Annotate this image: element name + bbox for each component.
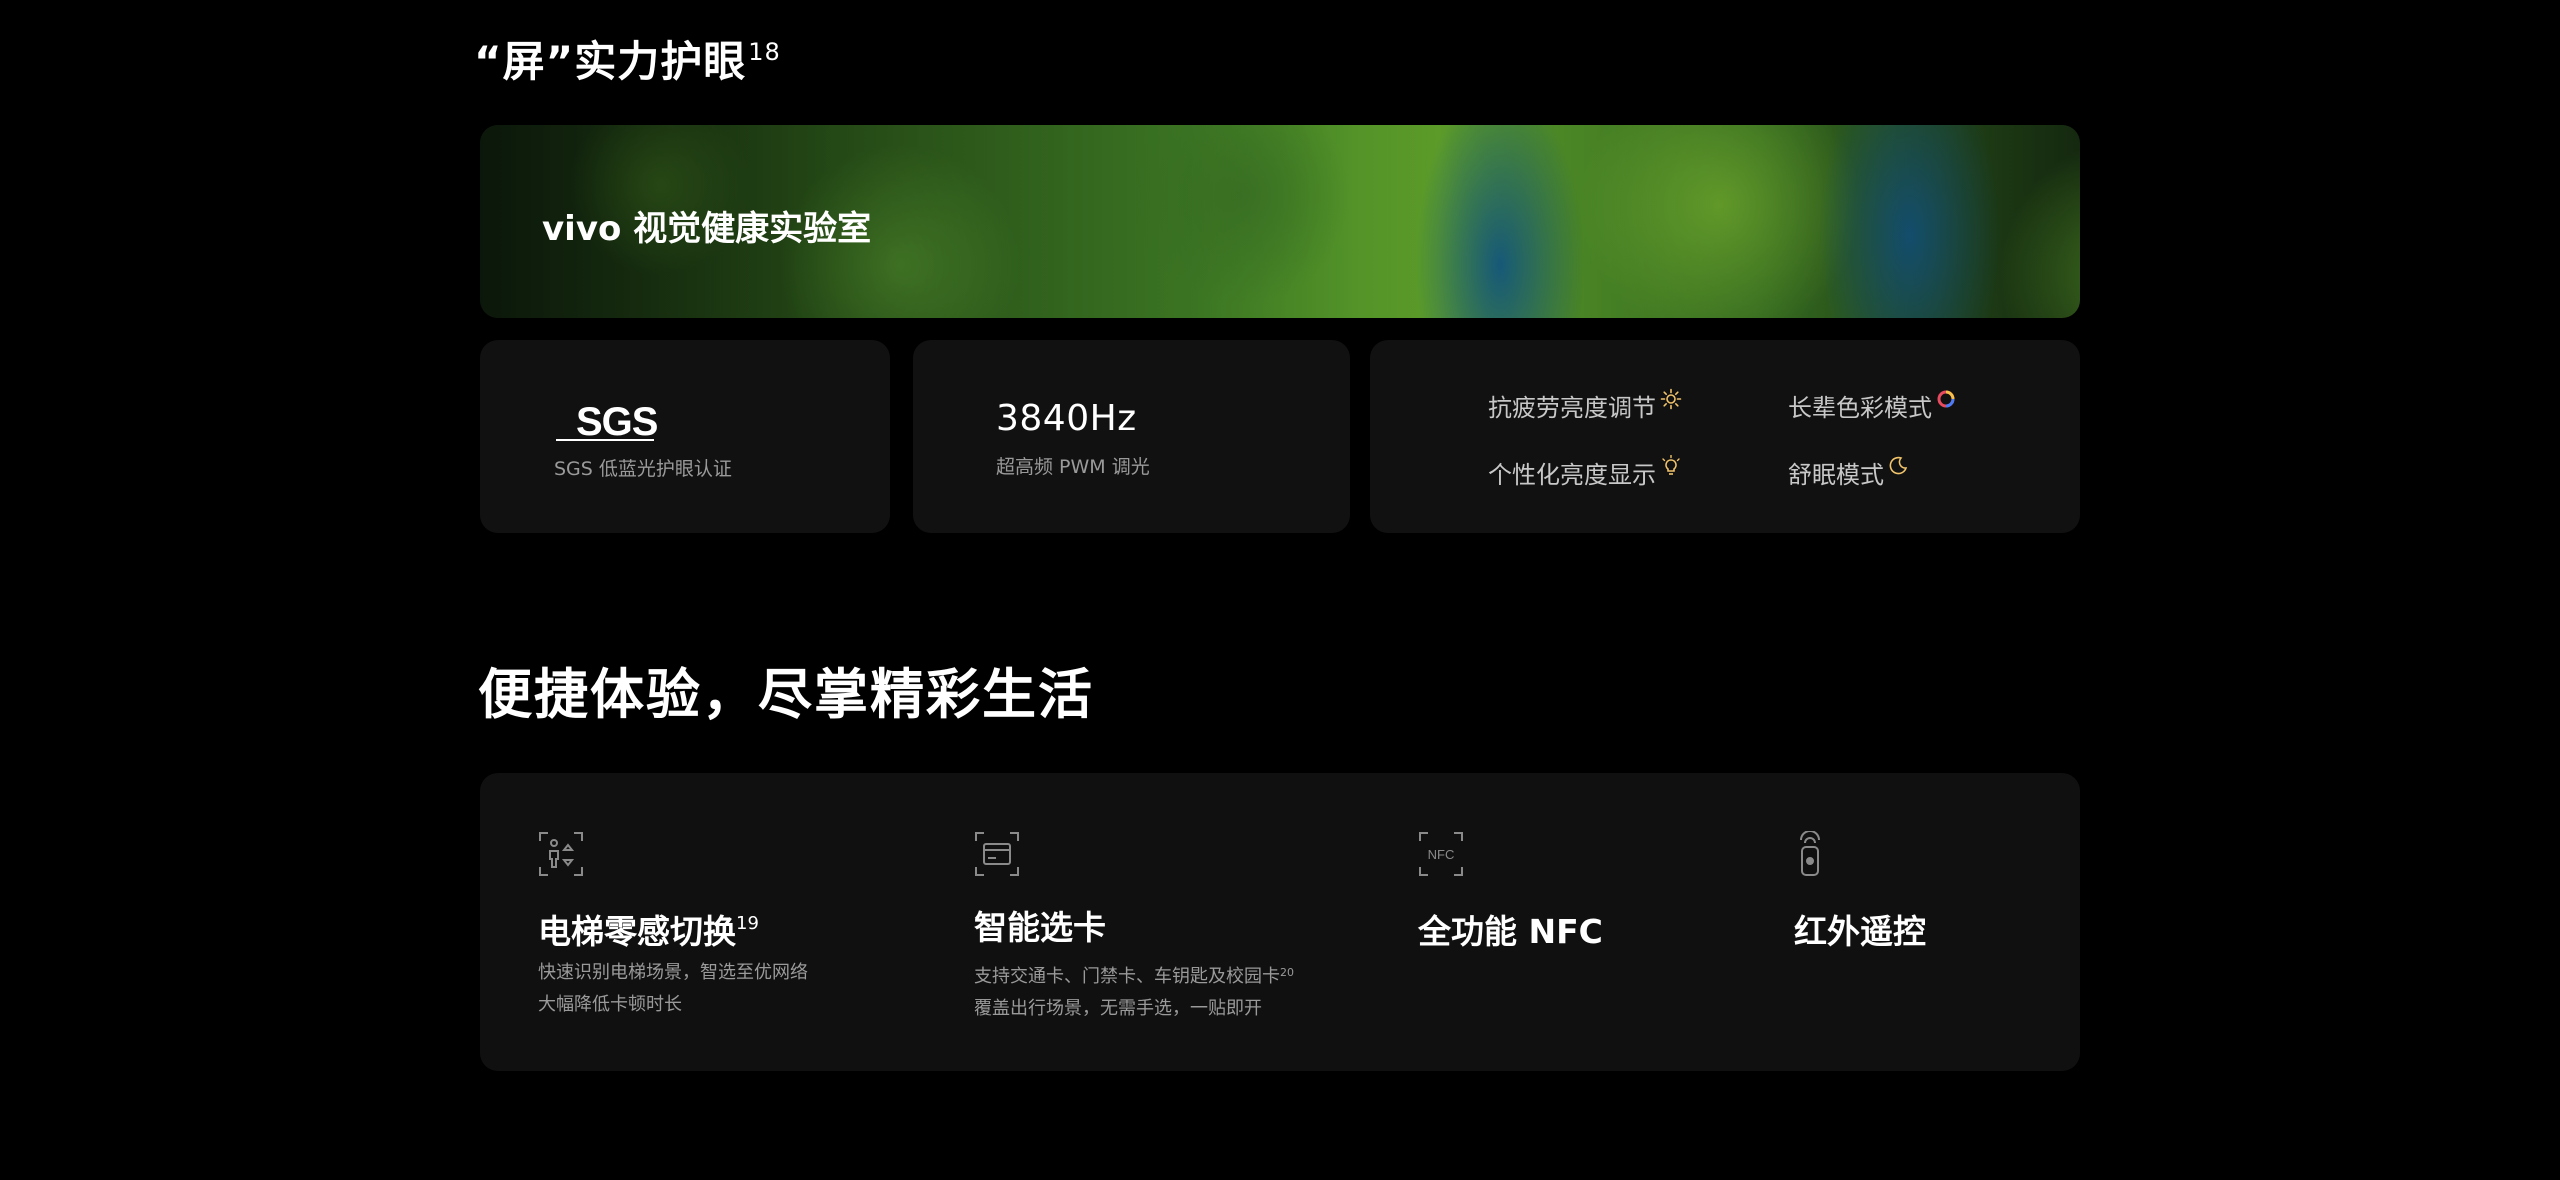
page: “屏”实力护眼18 vivo 视觉健康实验室 SGS SGS 低蓝光护眼认证 3… bbox=[0, 0, 2560, 1180]
footnote-marker: 19 bbox=[736, 913, 759, 934]
footnote-marker: 18 bbox=[748, 38, 781, 66]
feature-title-text: 电梯零感切换 bbox=[538, 912, 736, 951]
nfc-icon: NFC bbox=[1419, 832, 1463, 876]
mode-label: 个性化亮度显示 bbox=[1488, 461, 1656, 489]
color-ring-icon bbox=[1937, 390, 1955, 407]
mode-item-personal-brightness: 个性化亮度显示 bbox=[1488, 454, 1682, 490]
feature-title: 红外遥控 bbox=[1794, 912, 1926, 951]
display-modes-card: 抗疲劳亮度调节 长辈色彩模式 个性化亮度显示 舒眠模式 bbox=[1370, 340, 2080, 533]
pwm-dimming-card: 3840Hz 超高频 PWM 调光 bbox=[913, 340, 1350, 533]
sun-icon bbox=[1660, 388, 1682, 409]
eye-care-banner: vivo 视觉健康实验室 bbox=[480, 125, 2080, 318]
feature-desc-line: 覆盖出行场景，无需手选，一贴即开 bbox=[974, 998, 1262, 1019]
mode-item-anti-fatigue: 抗疲劳亮度调节 bbox=[1488, 388, 1682, 423]
sgs-caption: SGS 低蓝光护眼认证 bbox=[554, 458, 732, 480]
bulb-icon bbox=[1662, 454, 1680, 475]
remote-control-icon bbox=[1800, 831, 1820, 876]
section-title-text: “屏”实力护眼 bbox=[474, 37, 747, 86]
feature-description: 快速识别电梯场景，智选至优网络 大幅降低卡顿时长 bbox=[538, 957, 808, 1021]
feature-description: 支持交通卡、门禁卡、车钥匙及校园卡20 覆盖出行场景，无需手选，一贴即开 bbox=[974, 957, 1294, 1025]
convenience-headline: 便捷体验，尽掌精彩生活 bbox=[478, 663, 1094, 726]
nfc-icon-text: NFC bbox=[1428, 847, 1455, 862]
mode-label: 舒眠模式 bbox=[1788, 461, 1884, 489]
section-title-eye-care: “屏”实力护眼18 bbox=[474, 40, 781, 83]
mode-label: 长辈色彩模式 bbox=[1788, 394, 1932, 422]
sgs-certification-card: SGS SGS 低蓝光护眼认证 bbox=[480, 340, 890, 533]
mode-item-sleep: 舒眠模式 bbox=[1788, 455, 1908, 490]
elevator-person-icon bbox=[539, 832, 583, 876]
feature-desc-line: 支持交通卡、门禁卡、车钥匙及校园卡20 bbox=[974, 957, 1294, 993]
feature-title: 智能选卡 bbox=[974, 908, 1106, 947]
mode-item-elder-color: 长辈色彩模式 bbox=[1788, 388, 1956, 423]
feature-desc-text: 支持交通卡、门禁卡、车钥匙及校园卡 bbox=[974, 966, 1280, 987]
pwm-frequency-value: 3840Hz bbox=[996, 398, 1137, 439]
feature-title: 全功能 NFC bbox=[1418, 912, 1603, 951]
card-icon bbox=[975, 832, 1019, 876]
sgs-logo-underline bbox=[556, 439, 654, 441]
footnote-marker: 20 bbox=[1280, 966, 1294, 979]
feature-desc-line: 快速识别电梯场景，智选至优网络 bbox=[538, 962, 808, 983]
features-card: 电梯零感切换19 快速识别电梯场景，智选至优网络 大幅降低卡顿时长 智能选卡 支… bbox=[480, 773, 2080, 1071]
banner-title: vivo 视觉健康实验室 bbox=[542, 209, 872, 249]
feature-title: 电梯零感切换19 bbox=[538, 905, 759, 953]
moon-icon bbox=[1889, 456, 1908, 474]
pwm-caption: 超高频 PWM 调光 bbox=[996, 456, 1150, 478]
feature-desc-line: 大幅降低卡顿时长 bbox=[538, 994, 682, 1015]
mode-label: 抗疲劳亮度调节 bbox=[1488, 394, 1656, 422]
